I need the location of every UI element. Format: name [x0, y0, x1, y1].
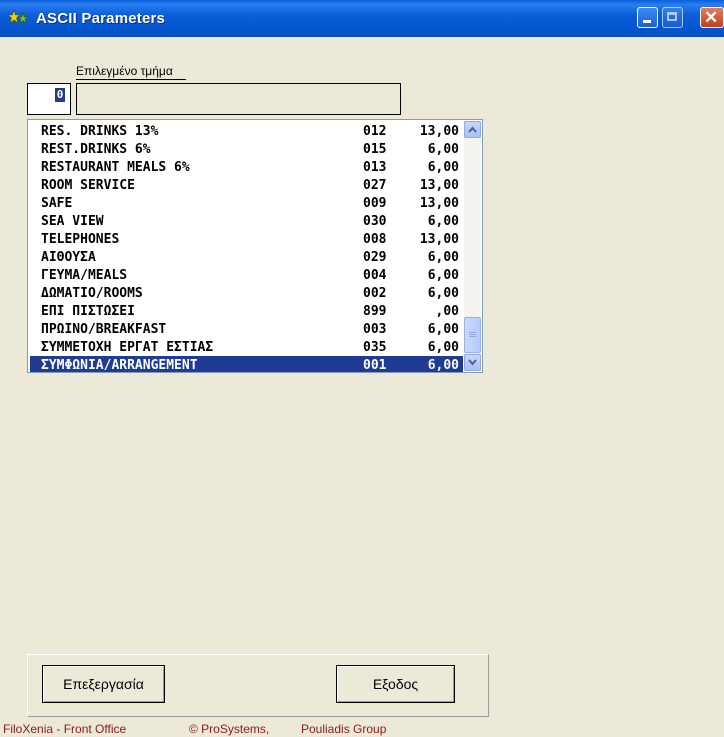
grip-line	[469, 334, 476, 335]
minimize-button[interactable]	[637, 7, 658, 28]
footer-product: FiloXenia - Front Office	[3, 722, 127, 736]
list-item[interactable]: ΓΕΥΜΑ/MEALS 004 6,00	[30, 266, 463, 285]
list-item-code: 009	[363, 196, 387, 211]
list-item-rate: 13,00	[419, 232, 459, 247]
list-item-rate: 6,00	[427, 214, 459, 229]
list-item-rate: 6,00	[427, 268, 459, 283]
label-underline	[76, 79, 186, 80]
list-item-rate: 6,00	[427, 250, 459, 265]
footer-copyright: © ProSystems,	[189, 722, 270, 736]
chevron-down-icon	[468, 359, 477, 366]
list-item-code: 002	[363, 286, 387, 301]
list-item-name: TELEPHONES	[41, 232, 120, 247]
list-item-name: SAFE	[41, 196, 73, 211]
list-item-rate: 6,00	[427, 142, 459, 157]
list-item-code: 035	[363, 340, 387, 355]
list-item-name: ΑΙΘΟΥΣΑ	[41, 250, 96, 265]
list-item-rate: 6,00	[427, 160, 459, 175]
sparkle-app-icon	[8, 9, 29, 24]
list-item-rate: 13,00	[419, 124, 459, 139]
list-item-rate: 6,00	[427, 322, 459, 337]
list-item-name: SEA VIEW	[41, 214, 104, 229]
grip-line	[469, 332, 476, 333]
list-item[interactable]: ΣΥΜΦΩΝΙΑ/ARRANGEMENT 001 6,00	[30, 356, 463, 373]
edit-button[interactable]: Επεξεργασία	[42, 665, 165, 703]
close-icon: ✕	[704, 8, 719, 27]
list-item-name: REST.DRINKS 6%	[41, 142, 151, 157]
list-item-code: 015	[363, 142, 387, 157]
list-item-name: ΓΕΥΜΑ/MEALS	[41, 268, 128, 283]
section-code-value: 0	[55, 88, 65, 102]
scroll-up-button[interactable]	[464, 121, 481, 138]
list-item-code: 029	[363, 250, 387, 265]
list-item-name: ΠΡΩΙΝΟ/BREAKFAST	[41, 322, 167, 337]
list-item[interactable]: RESTAURANT MEALS 6% 013 6,00	[30, 158, 463, 177]
vertical-scrollbar[interactable]	[464, 121, 481, 371]
list-item-name: ΣΥΜΜΕΤΟΧΗ ΕΡΓΑΤ ΕΣΤΙΑΣ	[41, 340, 214, 355]
chevron-up-icon	[468, 126, 477, 133]
list-item[interactable]: ROOM SERVICE 027 13,00	[30, 176, 463, 195]
list-item-rate: ,00	[435, 304, 459, 319]
footer-company: Pouliadis Group	[301, 722, 387, 736]
ascii-parameters-window: ASCII Parameters ✕ Επιλεγμένο τμήμα 0 RE…	[0, 0, 724, 737]
list-item-code: 899	[363, 304, 387, 319]
list-item[interactable]: RES. DRINKS 13% 012 13,00	[30, 122, 463, 141]
list-item-name: ΣΥΜΦΩΝΙΑ/ARRANGEMENT	[41, 358, 198, 373]
list-item-code: 027	[363, 178, 387, 193]
list-item-code: 003	[363, 322, 387, 337]
maximize-icon	[667, 12, 677, 21]
list-item[interactable]: ΔΩΜΑΤΙΟ/ROOMS 002 6,00	[30, 284, 463, 303]
list-item-code: 004	[363, 268, 387, 283]
list-item-rate: 6,00	[427, 358, 459, 373]
list-item[interactable]: ΠΡΩΙΝΟ/BREAKFAST 003 6,00	[30, 320, 463, 339]
departments-list[interactable]: RES. DRINKS 13% 012 13,00 REST.DRINKS 6% 015…	[27, 119, 483, 373]
maximize-button[interactable]	[662, 7, 683, 28]
scroll-thumb[interactable]	[464, 317, 481, 353]
list-item[interactable]: ΑΙΘΟΥΣΑ 029 6,00	[30, 248, 463, 267]
list-item-name: ΕΠΙ ΠΙΣΤΩΣΕΙ	[41, 304, 135, 319]
close-button[interactable]: ✕	[700, 7, 724, 28]
button-panel: Επεξεργασία Εξοδος	[27, 654, 489, 717]
section-code-input[interactable]: 0	[27, 83, 71, 115]
window-title: ASCII Parameters	[36, 10, 166, 27]
grip-line	[469, 336, 476, 337]
list-item-rate: 6,00	[427, 286, 459, 301]
list-item[interactable]: ΣΥΜΜΕΤΟΧΗ ΕΡΓΑΤ ΕΣΤΙΑΣ 035 6,00	[30, 338, 463, 357]
list-item-code: 001	[363, 358, 387, 373]
list-item[interactable]: TELEPHONES 008 13,00	[30, 230, 463, 249]
minimize-icon	[643, 20, 651, 23]
list-item[interactable]: SAFE 009 13,00	[30, 194, 463, 213]
section-name-field	[76, 83, 401, 115]
list-item-code: 008	[363, 232, 387, 247]
list-item-name: RESTAURANT MEALS 6%	[41, 160, 190, 175]
scroll-down-button[interactable]	[464, 354, 481, 371]
list-item-name: RES. DRINKS 13%	[41, 124, 159, 139]
exit-button[interactable]: Εξοδος	[336, 665, 455, 703]
list-item-name: ΔΩΜΑΤΙΟ/ROOMS	[41, 286, 143, 301]
list-item-rate: 13,00	[419, 196, 459, 211]
list-item-rate: 6,00	[427, 340, 459, 355]
list-item-rate: 13,00	[419, 178, 459, 193]
list-item-code: 013	[363, 160, 387, 175]
title-bar[interactable]: ASCII Parameters ✕	[0, 0, 724, 37]
list-item[interactable]: ΕΠΙ ΠΙΣΤΩΣΕΙ 899 ,00	[30, 302, 463, 321]
list-item-code: 030	[363, 214, 387, 229]
list-item-name: ROOM SERVICE	[41, 178, 135, 193]
list-item-code: 012	[363, 124, 387, 139]
list-item[interactable]: REST.DRINKS 6% 015 6,00	[30, 140, 463, 159]
list-item[interactable]: SEA VIEW 030 6,00	[30, 212, 463, 231]
selected-section-label: Επιλεγμένο τμήμα	[76, 64, 173, 78]
